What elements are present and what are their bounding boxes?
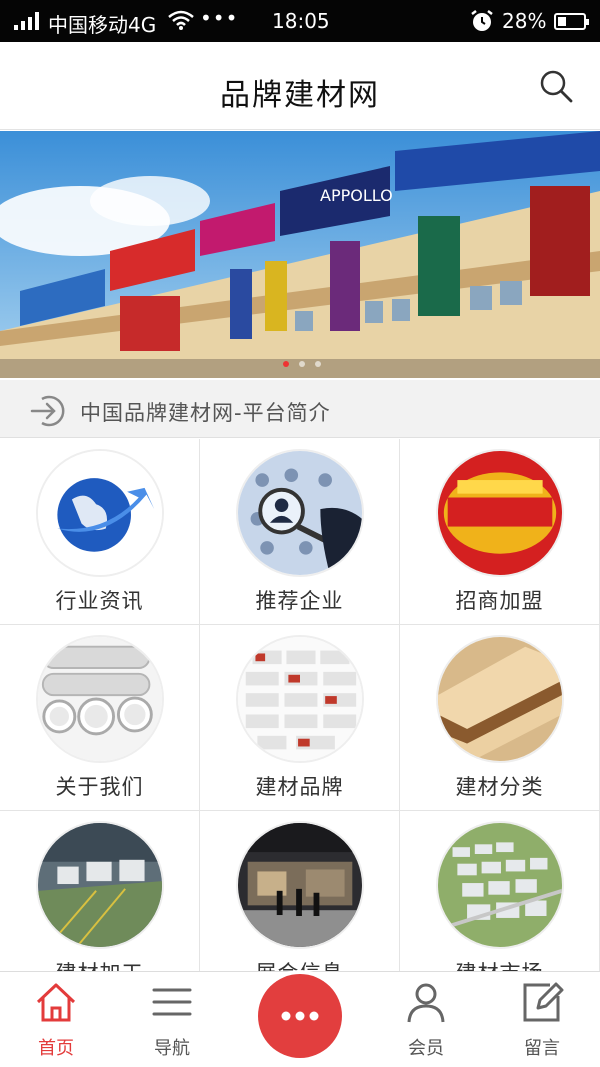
grid-item-about-us[interactable]: 关于我们 bbox=[0, 625, 200, 811]
banner-carousel[interactable]: APPOLLO bbox=[0, 131, 600, 378]
menu-icon bbox=[152, 988, 192, 1016]
grid-item-label: 建材品牌 bbox=[255, 775, 344, 799]
more-status-dots: ••• bbox=[200, 6, 239, 30]
battery-percent: 28% bbox=[502, 9, 547, 33]
wifi-icon bbox=[168, 10, 194, 30]
carousel-dot[interactable] bbox=[299, 361, 305, 367]
more-dots-icon bbox=[281, 1011, 319, 1021]
battery-icon bbox=[554, 13, 589, 30]
grid-item-label: 招商加盟 bbox=[455, 589, 544, 613]
page-title: 品牌建材网 bbox=[220, 78, 380, 113]
alarm-icon bbox=[471, 10, 493, 31]
grid-item-label: 行业资讯 bbox=[55, 589, 144, 613]
grid-item-market[interactable]: 建材市场 bbox=[400, 811, 600, 979]
svg-text:APPOLLO: APPOLLO bbox=[320, 186, 393, 205]
market-aerial-image bbox=[436, 821, 564, 949]
carrier-label: 中国移动4G bbox=[48, 13, 157, 37]
status-bar: 中国移动4G ••• 18:05 28% bbox=[0, 0, 600, 42]
magnifier-people-image bbox=[236, 449, 364, 577]
grid-item-industry-news[interactable]: 行业资讯 bbox=[0, 439, 200, 625]
pipes-image bbox=[36, 635, 164, 763]
grid-item-franchise[interactable]: 招商加盟 bbox=[400, 439, 600, 625]
arrow-enter-icon bbox=[30, 395, 65, 427]
grid-item-label: 推荐企业 bbox=[255, 589, 344, 613]
user-icon bbox=[407, 983, 445, 1023]
nav-label: 导航 bbox=[154, 1038, 190, 1059]
nav-label: 首页 bbox=[38, 1038, 74, 1059]
carousel-dot[interactable] bbox=[315, 361, 321, 367]
nav-navigation[interactable]: 导航 bbox=[122, 972, 222, 1067]
clock: 18:05 bbox=[272, 9, 330, 33]
search-icon[interactable] bbox=[538, 68, 574, 104]
nav-label: 留言 bbox=[524, 1038, 560, 1059]
carousel-indicator bbox=[283, 361, 321, 367]
home-icon bbox=[36, 983, 76, 1022]
signal-icon bbox=[14, 12, 44, 30]
grid-item-brands[interactable]: 建材品牌 bbox=[200, 625, 400, 811]
app-header: 品牌建材网 bbox=[0, 42, 600, 130]
notice-bar[interactable]: 中国品牌建材网-平台简介 bbox=[0, 380, 600, 438]
grid-item-recommended[interactable]: 推荐企业 bbox=[200, 439, 400, 625]
nav-message[interactable]: 留言 bbox=[492, 972, 592, 1067]
carousel-dot[interactable] bbox=[283, 361, 289, 367]
grid-item-label: 建材分类 bbox=[455, 775, 544, 799]
edit-icon bbox=[523, 982, 564, 1022]
grid-item-processing[interactable]: 建材加工 bbox=[0, 811, 200, 979]
globe-arrow-image bbox=[36, 449, 164, 577]
exhibition-image bbox=[236, 821, 364, 949]
recruit-banner-image bbox=[436, 449, 564, 577]
wood-boards-image bbox=[436, 635, 564, 763]
nav-home[interactable]: 首页 bbox=[6, 972, 106, 1067]
nav-label: 会员 bbox=[408, 1038, 444, 1059]
grid-item-exhibition[interactable]: 展会信息 bbox=[200, 811, 400, 979]
grid-item-categories[interactable]: 建材分类 bbox=[400, 625, 600, 811]
grid-item-label: 关于我们 bbox=[55, 775, 144, 799]
bottom-nav: 首页 导航 会员 留言 bbox=[0, 971, 600, 1067]
banner-image: APPOLLO bbox=[0, 131, 600, 378]
notice-text[interactable]: 中国品牌建材网-平台简介 bbox=[80, 397, 331, 427]
nav-member[interactable]: 会员 bbox=[376, 972, 476, 1067]
more-button[interactable] bbox=[258, 974, 342, 1058]
brand-logos-image bbox=[236, 635, 364, 763]
category-grid: 行业资讯 推荐企业 招商加盟 关于我们 建材品牌 建材分类 建材加工 展会信息 … bbox=[0, 439, 600, 979]
factory-image bbox=[36, 821, 164, 949]
